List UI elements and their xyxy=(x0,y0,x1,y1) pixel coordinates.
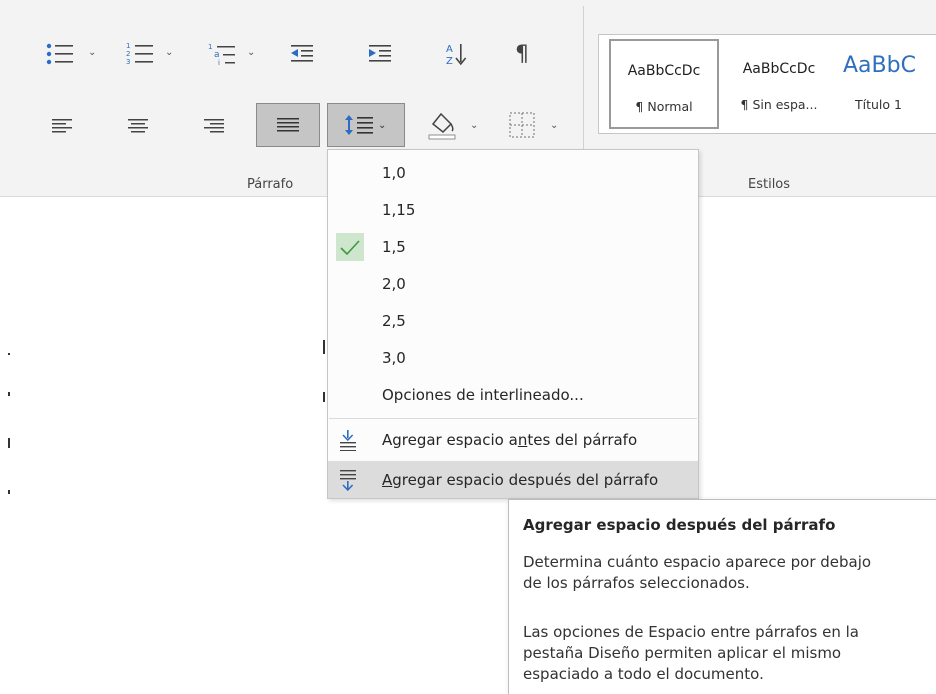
tooltip-line: pestaña Diseño permiten aplicar el mismo xyxy=(523,644,842,662)
align-left-button[interactable] xyxy=(44,110,80,142)
line-spacing-option-3-0[interactable]: 3,0 xyxy=(328,339,698,376)
svg-text:3: 3 xyxy=(126,58,130,66)
align-center-icon xyxy=(128,119,148,133)
add-space-after-paragraph[interactable]: Agregar espacio después del párrafo xyxy=(328,461,698,498)
align-right-icon xyxy=(204,119,224,133)
borders-button[interactable] xyxy=(500,106,544,144)
style-heading-1[interactable]: AaBbC Título 1 xyxy=(839,39,936,129)
add-space-before-paragraph[interactable]: Agregar espacio antes del párrafo xyxy=(328,421,698,458)
checkmark-icon xyxy=(336,232,364,261)
menu-item-label: Agregar espacio antes del párrafo xyxy=(382,430,638,449)
doc-text-fragment xyxy=(323,340,325,354)
style-name: Título 1 xyxy=(855,97,902,112)
tooltip-line: Determina cuánto espacio aparece por deb… xyxy=(523,553,872,571)
line-spacing-option-1-0[interactable]: 1,0 xyxy=(328,154,698,191)
align-right-button[interactable] xyxy=(196,110,232,142)
bullet-list-icon xyxy=(46,43,73,65)
decrease-indent-icon xyxy=(291,45,313,62)
tooltip-title: Agregar espacio después del párrafo xyxy=(523,516,836,534)
shading-button[interactable] xyxy=(420,106,464,144)
menu-item-label: 3,0 xyxy=(382,348,406,367)
numbering-dropdown-chevron-icon[interactable]: ⌄ xyxy=(165,47,173,58)
style-sample: AaBbCcDc xyxy=(742,61,816,77)
tooltip: Agregar espacio después del párrafo Dete… xyxy=(508,499,936,694)
style-sample: AaBbC xyxy=(843,53,916,78)
style-sample: AaBbCcDc xyxy=(627,63,701,79)
menu-item-label: 2,5 xyxy=(382,311,406,330)
line-spacing-button[interactable]: ⌄ xyxy=(327,103,405,147)
tooltip-line: espaciado a todo el documento. xyxy=(523,665,764,683)
line-spacing-option-1-5[interactable]: 1,5 xyxy=(328,228,698,265)
multilevel-list-button[interactable]: 1 a i xyxy=(200,38,248,70)
menu-item-label: Opciones de interlineado... xyxy=(382,385,584,404)
numbering-button[interactable]: 1 2 3 xyxy=(118,38,166,70)
increase-indent-icon xyxy=(369,45,391,62)
numbered-list-icon: 1 2 3 xyxy=(126,42,153,66)
multilevel-dropdown-chevron-icon[interactable]: ⌄ xyxy=(247,47,255,58)
bullets-dropdown-chevron-icon[interactable]: ⌄ xyxy=(88,47,96,58)
shading-dropdown-chevron-icon[interactable]: ⌄ xyxy=(470,120,478,131)
svg-text:i: i xyxy=(218,59,220,67)
styles-group-label: Estilos xyxy=(748,177,791,192)
borders-dropdown-chevron-icon[interactable]: ⌄ xyxy=(550,120,558,131)
pilcrow-icon: ¶ xyxy=(515,41,529,67)
line-spacing-icon xyxy=(345,115,373,135)
add-space-after-icon xyxy=(340,469,356,491)
style-normal[interactable]: AaBbCcDc ¶ Normal xyxy=(609,39,719,129)
line-spacing-option-1-15[interactable]: 1,15 xyxy=(328,191,698,228)
menu-item-label: 1,15 xyxy=(382,200,416,219)
line-spacing-chevron-icon: ⌄ xyxy=(378,119,387,131)
svg-text:1: 1 xyxy=(208,43,212,51)
line-spacing-option-2-0[interactable]: 2,0 xyxy=(328,265,698,302)
show-marks-button[interactable]: ¶ xyxy=(504,38,540,70)
doc-text-fragment xyxy=(323,392,325,402)
paragraph-group-label: Párrafo xyxy=(247,177,294,192)
align-center-button[interactable] xyxy=(120,110,156,142)
bullets-button[interactable] xyxy=(36,38,88,70)
menu-item-label: 1,5 xyxy=(382,237,406,256)
line-spacing-option-2-5[interactable]: 2,5 xyxy=(328,302,698,339)
menu-item-label: 2,0 xyxy=(382,274,406,293)
sort-az-icon: A Z xyxy=(446,44,467,67)
style-name: ¶ Sin espa... xyxy=(740,97,818,112)
style-name: ¶ Normal xyxy=(635,99,693,114)
add-space-before-icon xyxy=(340,429,356,451)
sort-button[interactable]: A Z xyxy=(440,38,476,70)
doc-text-fragment xyxy=(8,392,10,396)
multilevel-list-icon: 1 a i xyxy=(208,43,235,67)
justify-icon xyxy=(277,118,299,132)
styles-gallery: AaBbCcDc ¶ Normal AaBbCcDc ¶ Sin espa...… xyxy=(598,34,936,134)
tooltip-line: Las opciones de Espacio entre párrafos e… xyxy=(523,623,859,641)
decrease-indent-button[interactable] xyxy=(284,38,320,70)
svg-text:2: 2 xyxy=(126,50,130,58)
line-spacing-options-link[interactable]: Opciones de interlineado... xyxy=(328,376,698,413)
svg-text:1: 1 xyxy=(126,42,130,50)
paint-bucket-icon xyxy=(428,112,456,140)
doc-text-fragment xyxy=(8,353,10,355)
svg-text:A: A xyxy=(446,44,453,55)
increase-indent-button[interactable] xyxy=(362,38,398,70)
svg-text:Z: Z xyxy=(446,56,453,67)
doc-text-fragment xyxy=(8,438,10,448)
menu-item-label: 1,0 xyxy=(382,163,406,182)
align-left-icon xyxy=(52,119,72,133)
borders-icon xyxy=(509,112,535,138)
menu-separator xyxy=(329,418,697,419)
tooltip-line: de los párrafos seleccionados. xyxy=(523,574,750,592)
doc-text-fragment xyxy=(8,490,10,494)
menu-item-label: Agregar espacio después del párrafo xyxy=(382,470,659,489)
line-spacing-menu: 1,0 1,15 1,5 2,0 2,5 3,0 Opciones de int… xyxy=(327,149,699,499)
justify-button[interactable] xyxy=(256,103,320,147)
style-no-spacing[interactable]: AaBbCcDc ¶ Sin espa... xyxy=(723,39,835,129)
